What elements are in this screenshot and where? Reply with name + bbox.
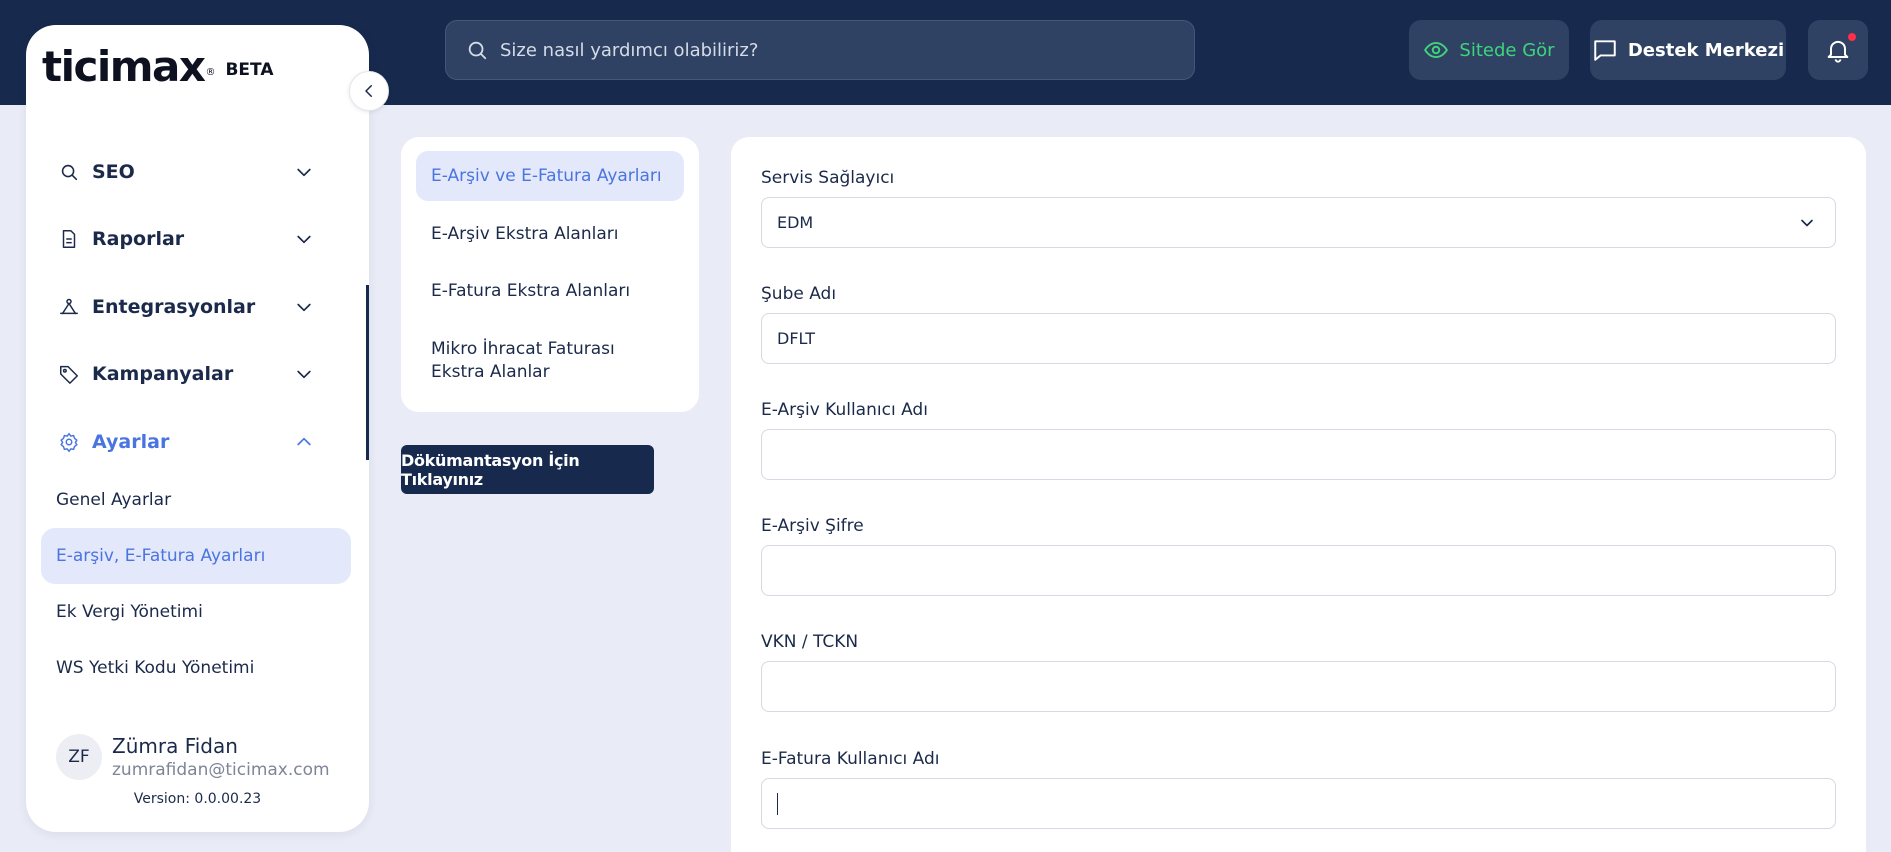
chevron-left-icon — [365, 85, 372, 97]
chat-icon — [1594, 40, 1616, 61]
sidebar-item-label: SEO — [92, 161, 135, 183]
app-version: Version: 0.0.00.23 — [133, 791, 262, 807]
provider-select[interactable]: EDM — [761, 197, 1836, 248]
sidebar-subitem-extra-tax[interactable]: Ek Vergi Yönetimi — [41, 584, 351, 640]
view-site-button[interactable]: Sitede Gör — [1409, 20, 1569, 80]
text-cursor — [777, 792, 778, 815]
user-email: zumrafidan@ticimax.com — [112, 760, 330, 780]
vkn-field[interactable] — [761, 661, 1836, 712]
sidebar-subitem-earsiv-efatura[interactable]: E-arşiv, E-Fatura Ayarları — [41, 528, 351, 584]
document-icon — [58, 228, 80, 250]
chevron-up-icon — [297, 437, 311, 446]
sidebar-item-label: Raporlar — [92, 228, 185, 250]
branch-label: Şube Adı — [761, 284, 837, 304]
tab-micro-export-extra-fields[interactable]: Mikro İhracat Faturası Ekstra Alanlar — [416, 333, 684, 389]
documentation-button[interactable]: Dökümantasyon İçin Tıklayınız — [401, 445, 654, 494]
chevron-down-icon — [297, 235, 311, 244]
chevron-down-icon — [1801, 219, 1813, 227]
user-name: Zümra Fidan — [112, 734, 238, 758]
support-center-button[interactable]: Destek Merkezi — [1590, 20, 1786, 80]
sidebar-item-label: Kampanyalar — [92, 363, 234, 385]
branch-value: DFLT — [777, 329, 816, 348]
sidebar-scrollbar[interactable] — [366, 285, 369, 460]
sidebar-item-label: Entegrasyonlar — [92, 296, 256, 318]
sidebar-subitem-ws-auth-code[interactable]: WS Yetki Kodu Yönetimi — [41, 640, 351, 696]
sidebar-item-settings[interactable]: Ayarlar — [32, 422, 312, 462]
tab-earsiv-extra-fields[interactable]: E-Arşiv Ekstra Alanları — [416, 209, 684, 259]
search-icon — [468, 41, 487, 60]
user-profile[interactable]: ZF Zümra Fidan zumrafidan@ticimax.com — [56, 734, 330, 780]
chevron-down-icon — [297, 168, 311, 177]
view-site-label: Sitede Gör — [1459, 39, 1555, 61]
search-icon — [58, 161, 80, 183]
sidebar-subitem-general-settings[interactable]: Genel Ayarlar — [41, 472, 351, 528]
search-input[interactable]: Size nasıl yardımcı olabiliriz? — [500, 40, 758, 61]
beta-tag: BETA — [225, 60, 274, 80]
provider-value: EDM — [777, 213, 814, 232]
sidebar-item-seo[interactable]: SEO — [32, 152, 312, 192]
sidebar-item-integrations[interactable]: Entegrasyonlar — [32, 287, 312, 327]
efatura-username-field[interactable] — [761, 778, 1836, 829]
registered-mark: ® — [205, 67, 216, 78]
brand-logo[interactable]: ticimax ® BETA — [42, 46, 273, 88]
sidebar-collapse-button[interactable] — [349, 71, 389, 111]
earsiv-username-field[interactable] — [761, 429, 1836, 480]
tag-icon — [58, 363, 80, 385]
support-center-label: Destek Merkezi — [1627, 39, 1785, 61]
earsiv-username-label: E-Arşiv Kullanıcı Adı — [761, 400, 928, 420]
notifications-button[interactable] — [1808, 20, 1868, 80]
chevron-down-icon — [297, 303, 311, 312]
chevron-down-icon — [297, 370, 311, 379]
tab-earsiv-efatura-settings[interactable]: E-Arşiv ve E-Fatura Ayarları — [416, 151, 684, 201]
sidebar-item-campaigns[interactable]: Kampanyalar — [32, 354, 312, 394]
gear-icon — [58, 431, 80, 453]
bell-icon — [1827, 40, 1849, 63]
avatar: ZF — [56, 734, 102, 780]
search-bar[interactable]: Size nasıl yardımcı olabiliriz? — [445, 20, 1195, 80]
sidebar-item-reports[interactable]: Raporlar — [32, 219, 312, 259]
vkn-label: VKN / TCKN — [761, 632, 859, 652]
provider-label: Servis Sağlayıcı — [761, 168, 895, 188]
sidebar-item-label: Ayarlar — [92, 431, 170, 453]
brand-name: ticimax — [42, 42, 206, 91]
branch-field[interactable]: DFLT — [761, 313, 1836, 364]
earsiv-password-field[interactable] — [761, 545, 1836, 596]
integration-icon — [58, 296, 80, 318]
earsiv-password-label: E-Arşiv Şifre — [761, 516, 864, 536]
efatura-username-label: E-Fatura Kullanıcı Adı — [761, 749, 940, 769]
eye-icon — [1424, 41, 1449, 59]
tab-efatura-extra-fields[interactable]: E-Fatura Ekstra Alanları — [416, 266, 684, 316]
notification-badge — [1848, 33, 1856, 41]
